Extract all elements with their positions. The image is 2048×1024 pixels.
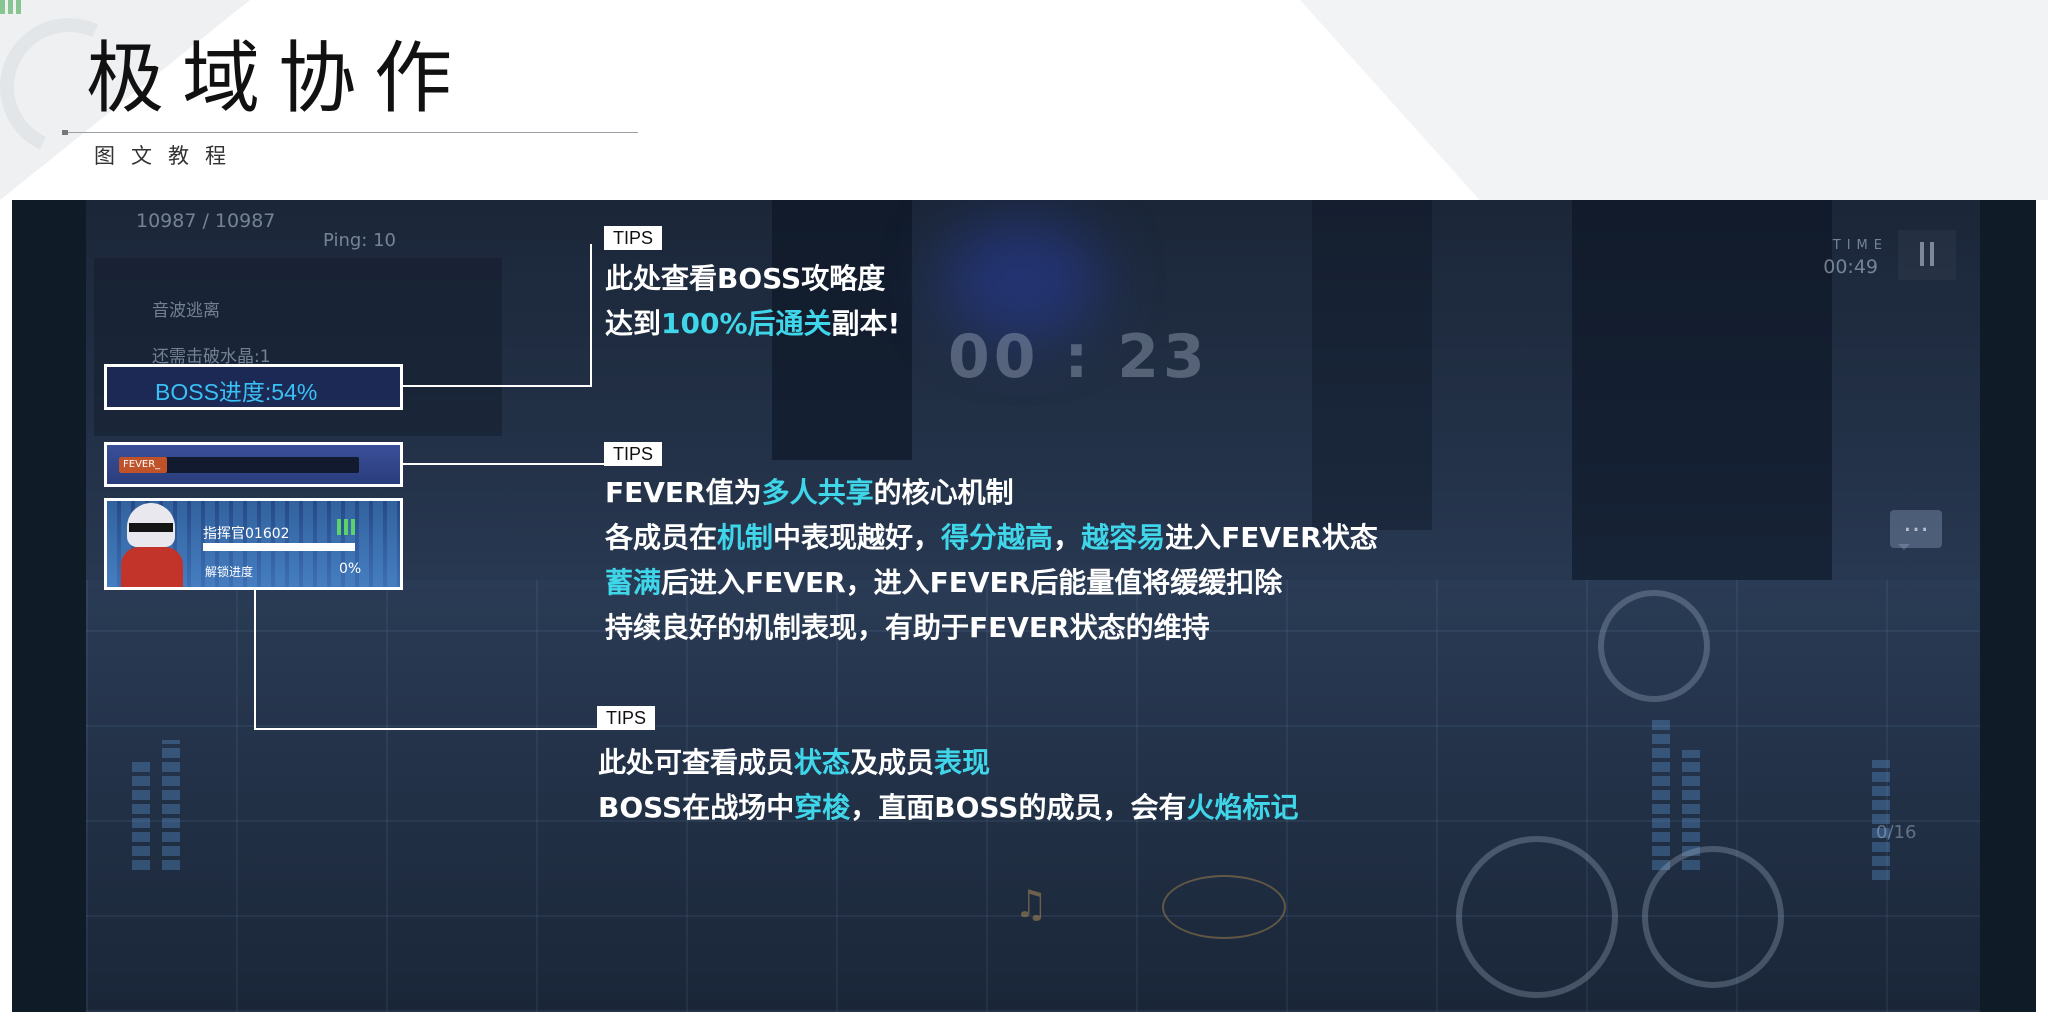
tips-text: 此处可查看成员状态及成员表现 BOSS在战场中穿梭，直面BOSS的成员，会有火焰标…	[598, 740, 1299, 830]
tips-segment: 达到	[605, 307, 662, 340]
tips-line: 蓄满后进入FEVER，进入FEVER后能量值将缓缓扣除	[605, 560, 1378, 605]
tips-highlight: 状态	[794, 746, 851, 779]
tips-highlight: 蓄满	[605, 566, 662, 599]
signal-strength-icon	[0, 0, 26, 14]
countdown-timer: 00 : 23	[948, 322, 1209, 392]
music-note-icon: ♫	[1014, 882, 1049, 926]
tips-line: BOSS在战场中穿梭，直面BOSS的成员，会有火焰标记	[598, 785, 1299, 830]
tips-segment: 持续良好的机制表现，有助于FEVER状态的维持	[605, 611, 1210, 644]
header-decoration-right	[1300, 0, 2048, 200]
tips-segment: 各成员在	[605, 521, 718, 554]
pause-button[interactable]	[1898, 230, 1956, 280]
fever-gauge-highlight: FEVER_	[104, 442, 403, 487]
tips-text: 此处查看BOSS攻略度 达到100%后通关副本!	[605, 256, 900, 346]
equalizer-bar	[162, 740, 180, 870]
tips-highlight: 得分越高	[941, 521, 1054, 554]
time-label: TIME	[1832, 238, 1888, 253]
tips-highlight: 越容易	[1081, 521, 1166, 554]
tips-segment: 副本!	[831, 307, 901, 340]
chat-button[interactable]: …	[1890, 510, 1942, 550]
tips-segment: 中表现越好，	[773, 521, 942, 554]
task-objective: 音波逃离	[152, 301, 220, 321]
fever-gauge-label: FEVER_	[119, 457, 167, 473]
tips-segment: 后进入FEVER，进入FEVER后能量值将缓缓扣除	[661, 566, 1283, 599]
tips-highlight: 100%后通关	[661, 307, 832, 340]
connector-line	[254, 590, 256, 730]
tips-line: 此处查看BOSS攻略度	[605, 256, 900, 301]
connector-line	[254, 728, 598, 730]
equalizer-bar	[132, 760, 150, 870]
tips-highlight: 穿梭	[794, 791, 851, 824]
tips-label: TIPS	[597, 706, 656, 730]
equalizer-bar	[1872, 760, 1890, 880]
tips-segment: BOSS在战场中	[598, 791, 795, 824]
hp-readout: 10987 / 10987	[136, 210, 276, 232]
tutorial-header: 极域协作 图文教程	[0, 0, 2048, 200]
page-title: 极域协作	[86, 34, 471, 124]
fever-gauge-bar: FEVER_	[119, 457, 359, 473]
member-unlock-label: 解锁进度	[205, 565, 254, 579]
tips-segment: FEVER值为	[605, 476, 762, 509]
avatar-blindfold	[129, 523, 173, 532]
tips-highlight: 机制	[717, 521, 774, 554]
target-ring	[1162, 875, 1286, 939]
page-subtitle: 图文教程	[94, 144, 242, 168]
tips-label: TIPS	[604, 226, 663, 250]
attack-button[interactable]	[1456, 836, 1618, 998]
tips-segment: ，	[1053, 521, 1082, 554]
equalizer-bar	[1652, 720, 1670, 870]
connector-line	[590, 244, 592, 387]
member-name: 指挥官01602	[203, 526, 290, 542]
tips-segment: 进入FEVER状态	[1165, 521, 1378, 554]
tips-segment: ，直面BOSS的成员，会有	[850, 791, 1187, 824]
member-unlock-value: 0%	[339, 561, 362, 577]
tips-segment: 的核心机制	[873, 476, 1014, 509]
ping-readout: Ping: 10	[323, 230, 396, 251]
title-divider-marker	[62, 130, 68, 135]
tips-label: TIPS	[604, 442, 663, 466]
tips-highlight: 表现	[934, 746, 991, 779]
time-value: 00:49	[1823, 256, 1878, 278]
tips-segment: 及成员	[850, 746, 935, 779]
connector-line	[403, 463, 604, 465]
tips-line: 各成员在机制中表现越好，得分越高，越容易进入FEVER状态	[605, 515, 1378, 560]
avatar	[121, 503, 183, 587]
tips-highlight: 火焰标记	[1186, 791, 1299, 824]
avatar-body	[121, 547, 183, 587]
boss-progress-highlight: BOSS进度:54%	[104, 364, 403, 410]
member-hp-bar	[203, 543, 355, 551]
tips-segment: 此处查看BOSS攻略度	[605, 262, 886, 295]
member-status-highlight: 指挥官01602 解锁进度 0%	[104, 498, 403, 590]
tips-line: 持续良好的机制表现，有助于FEVER状态的维持	[605, 605, 1378, 650]
signal-strength-icon	[335, 519, 359, 535]
connector-line	[403, 385, 592, 387]
screen-bezel-right	[1980, 200, 2036, 1012]
tips-line: 达到100%后通关副本!	[605, 301, 900, 346]
dash-button[interactable]	[1642, 846, 1784, 988]
tips-text: FEVER值为多人共享的核心机制 各成员在机制中表现越好，得分越高，越容易进入FE…	[605, 470, 1378, 650]
tips-line: 此处可查看成员状态及成员表现	[598, 740, 1299, 785]
tips-highlight: 多人共享	[761, 476, 874, 509]
skill-button[interactable]	[1598, 590, 1710, 702]
screen-bezel-left	[12, 200, 86, 1012]
title-divider	[62, 132, 638, 133]
collect-counter: 0/16	[1876, 822, 1917, 843]
tips-segment: 此处可查看成员	[598, 746, 795, 779]
scenery-block	[1572, 200, 1832, 620]
tips-line: FEVER值为多人共享的核心机制	[605, 470, 1378, 515]
boss-progress-text: BOSS进度:54%	[155, 379, 318, 405]
